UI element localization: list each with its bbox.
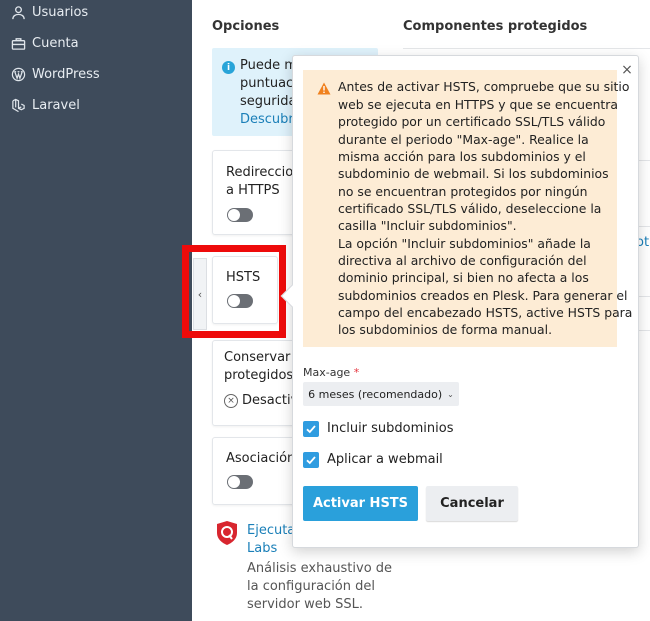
warning-text: casilla "Incluir subdominios".	[338, 218, 517, 233]
sidebar-item-laravel[interactable]: Laravel	[10, 94, 80, 116]
sidebar: Usuarios Cuenta WordPress Laravel	[0, 0, 192, 621]
max-age-label-text: Max-age	[303, 366, 351, 379]
required-mark: *	[353, 366, 360, 379]
disabled-icon: ×	[224, 394, 238, 408]
conserve-protected-card: Conservar lo protegidos × Desactiva	[212, 340, 296, 426]
protected-components-title: Componentes protegidos	[403, 19, 588, 34]
info-text: segurida	[240, 94, 297, 109]
warning-text: certificado SSL/TLS válido, deseleccione…	[338, 201, 602, 216]
warning-text: subdominios creados en Plesk. Para gener…	[338, 288, 628, 303]
cancel-button[interactable]: Cancelar	[426, 486, 518, 521]
card-label: a HTTPS	[226, 183, 280, 198]
chevron-down-icon: ⌄	[447, 389, 454, 399]
sidebar-item-label: Usuarios	[32, 4, 89, 20]
max-age-selected-value: 6 meses (recomendado)	[308, 387, 443, 401]
info-text: Puede m	[240, 58, 297, 73]
association-toggle[interactable]	[227, 475, 253, 489]
include-subdomains-label[interactable]: Incluir subdominios	[327, 421, 453, 436]
warning-text: misma acción para los subdominios y el	[338, 149, 586, 164]
qualys-shield-icon	[217, 521, 237, 545]
ssllabs-description: servidor web SSL.	[247, 597, 363, 612]
apply-webmail-label[interactable]: Aplicar a webmail	[327, 452, 443, 467]
warning-text: no se encuentran protegidos por ningún	[338, 184, 588, 199]
warning-text: La opción "Incluir subdominios" añade la	[338, 236, 591, 251]
card-label: Asociación c	[226, 451, 296, 466]
laravel-icon	[10, 97, 26, 113]
warning-text: dominio principal, si bien no afecta a l…	[338, 270, 589, 285]
options-title: Opciones	[212, 19, 280, 34]
divider	[403, 48, 650, 49]
redirect-https-toggle[interactable]	[227, 208, 253, 222]
redirect-https-card: Redireccion a HTTPS	[212, 150, 296, 235]
sidebar-item-label: WordPress	[32, 66, 100, 82]
briefcase-icon	[10, 35, 26, 51]
warning-text: web se ejecuta en HTTPS y que se encuent…	[338, 97, 618, 112]
highlight-box	[182, 245, 286, 338]
card-label: Redireccion	[226, 165, 296, 180]
max-age-select[interactable]: 6 meses (recomendado) ⌄	[303, 382, 459, 406]
max-age-label: Max-age *	[303, 366, 359, 379]
activate-hsts-button[interactable]: Activar HSTS	[303, 486, 418, 521]
sidebar-item-usuarios[interactable]: Usuarios	[10, 1, 88, 23]
sidebar-item-wordpress[interactable]: WordPress	[10, 63, 100, 85]
warning-text: los subdominios de forma manual.	[338, 322, 553, 337]
warning-icon	[317, 82, 331, 95]
warning-text: directiva al archivo de configuración de…	[338, 253, 587, 268]
ssllabs-description: la configuración del	[247, 579, 375, 594]
warning-text: protegido por un certificado SSL/TLS vál…	[338, 114, 606, 129]
ssllabs-link[interactable]: Labs	[247, 541, 277, 556]
warning-text: campo del encabezado HSTS, active HSTS p…	[338, 305, 633, 320]
info-icon: i	[222, 61, 235, 74]
wordpress-icon	[10, 66, 26, 82]
warning-text: durante el periodo "Max-age". Realice la	[338, 132, 589, 147]
association-card: Asociación c	[212, 437, 296, 505]
sidebar-item-label: Cuenta	[32, 35, 79, 51]
include-subdomains-checkbox[interactable]	[303, 421, 319, 437]
ssllabs-description: Análisis exhaustivo de	[247, 561, 393, 576]
close-icon[interactable]: ×	[620, 62, 634, 78]
check-icon	[306, 425, 316, 434]
apply-webmail-checkbox[interactable]	[303, 452, 319, 468]
warning-text: Antes de activar HSTS, compruebe que su …	[338, 79, 630, 94]
card-label: protegidos	[224, 368, 294, 383]
status-text: Desactiva	[242, 393, 295, 408]
sidebar-item-cuenta[interactable]: Cuenta	[10, 32, 79, 54]
user-icon	[10, 4, 26, 20]
warning-text: subdominio de webmail. Si los subdominio…	[338, 166, 609, 181]
check-icon	[306, 456, 316, 465]
sidebar-item-label: Laravel	[32, 97, 80, 113]
card-label: Conservar lo	[224, 350, 295, 365]
